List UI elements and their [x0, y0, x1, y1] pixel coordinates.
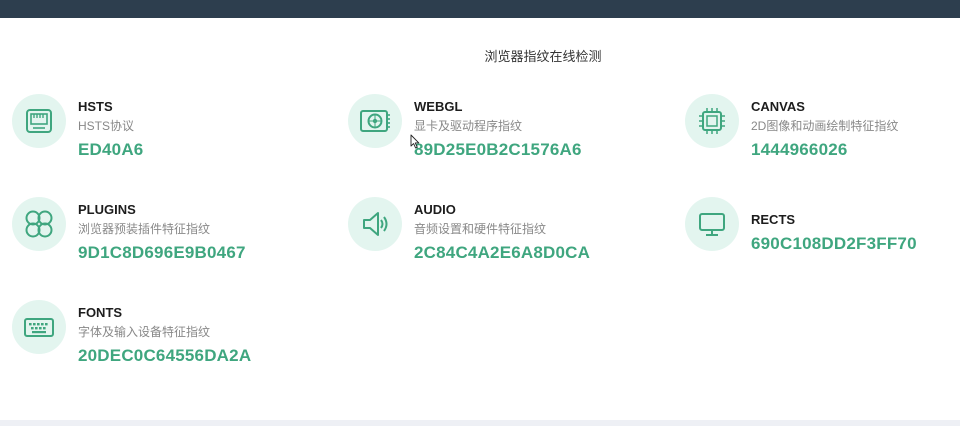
- item-name: AUDIO: [414, 202, 456, 217]
- speaker-icon: [348, 197, 402, 251]
- item-description: 音频设置和硬件特征指纹: [414, 222, 547, 236]
- router-icon: [12, 94, 66, 148]
- plugins-icon: [12, 197, 66, 251]
- item-description: HSTS协议: [78, 119, 135, 133]
- item-name: FONTS: [78, 305, 123, 320]
- item-value: 1444966026: [751, 140, 848, 159]
- item-name: WEBGL: [414, 99, 463, 114]
- item-name: RECTS: [751, 212, 796, 227]
- item-value: 2C84C4A2E6A8D0CA: [414, 243, 591, 262]
- item-value: 690C108DD2F3FF70: [751, 234, 917, 253]
- item-value: 89D25E0B2C1576A6: [414, 140, 582, 159]
- item-description: 显卡及驱动程序指纹: [414, 119, 523, 133]
- item-description: 2D图像和动画绘制特征指纹: [751, 119, 899, 133]
- item-value: 9D1C8D696E9B0467: [78, 243, 246, 262]
- item-description: 浏览器预装插件特征指纹: [78, 222, 211, 236]
- top-bar: [0, 0, 960, 18]
- mouse-cursor-icon: [410, 134, 420, 154]
- bottom-strip: [0, 420, 960, 426]
- graphics-card-icon: [348, 94, 402, 148]
- item-value: ED40A6: [78, 140, 144, 159]
- monitor-icon: [685, 197, 739, 251]
- page-title: 浏览器指纹在线检测: [484, 49, 602, 64]
- item-description: 字体及输入设备特征指纹: [78, 325, 211, 339]
- chip-icon: [685, 94, 739, 148]
- item-name: CANVAS: [751, 99, 805, 114]
- keyboard-icon: [12, 300, 66, 354]
- item-value: 20DEC0C64556DA2A: [78, 346, 252, 365]
- item-name: PLUGINS: [78, 202, 136, 217]
- item-name: HSTS: [78, 99, 113, 114]
